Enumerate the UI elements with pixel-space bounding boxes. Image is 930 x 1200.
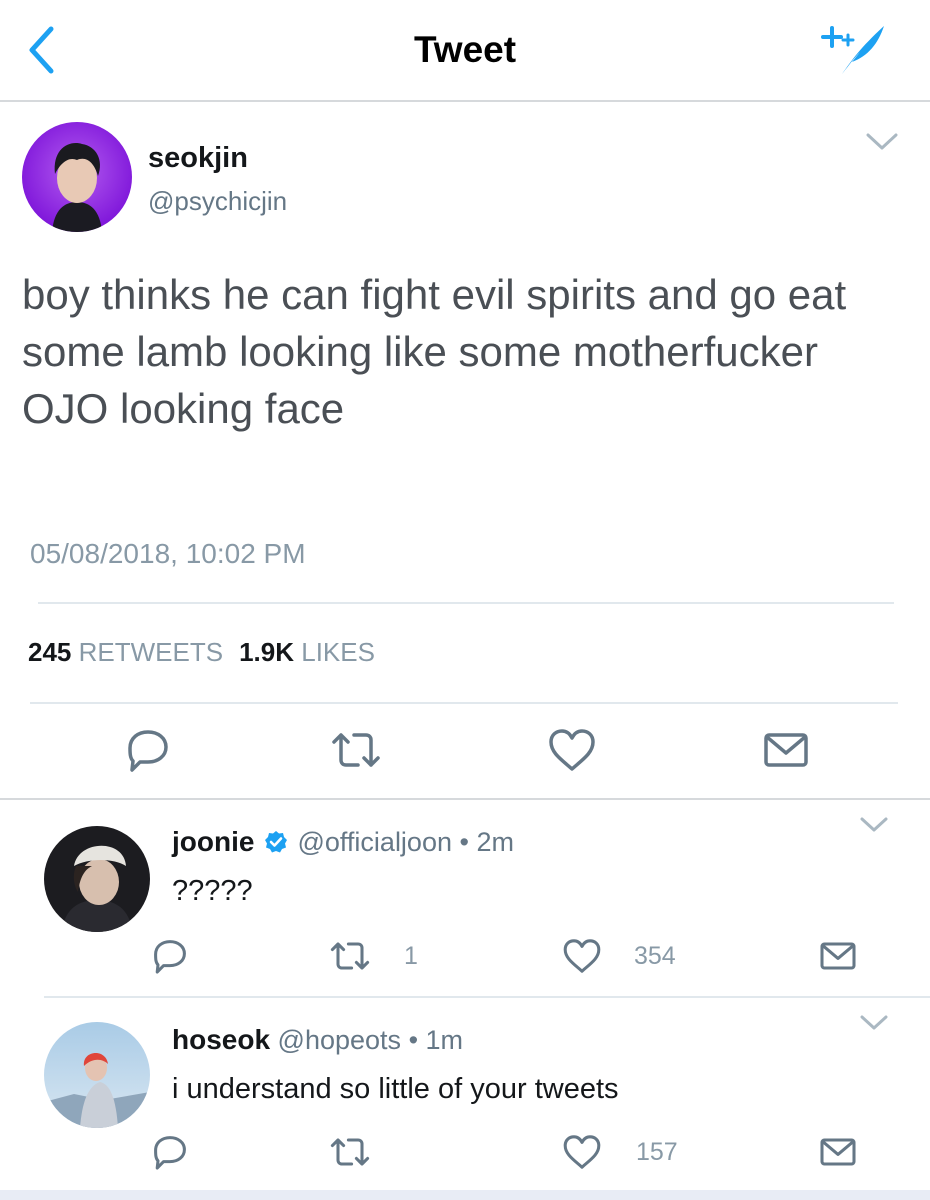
chevron-down-icon	[866, 133, 898, 150]
reply-icon	[128, 730, 168, 772]
retweet-label: RETWEETS	[78, 637, 224, 667]
retweet-icon	[330, 1138, 370, 1166]
reply-time: 2m	[476, 827, 514, 857]
share-dm-button[interactable]	[814, 1128, 862, 1176]
reply-icon	[154, 940, 186, 974]
heart-icon	[563, 1135, 601, 1169]
like-count: 1.9K	[239, 637, 294, 667]
avatar[interactable]	[44, 1022, 150, 1128]
share-dm-button[interactable]	[756, 720, 816, 780]
like-count: 157	[636, 1138, 678, 1166]
mail-icon	[820, 1138, 856, 1166]
retweet-button[interactable]	[326, 1128, 374, 1176]
retweet-count: 1	[404, 942, 418, 970]
divider	[38, 602, 894, 604]
like-button[interactable]	[558, 932, 606, 980]
tweet-stats: 245 RETWEETS 1.9K LIKES	[28, 637, 375, 668]
reply-button[interactable]	[146, 932, 194, 980]
page-title: Tweet	[413, 29, 517, 70]
retweet-count: 245	[28, 637, 72, 667]
reply-header: joonie @officialjoon • 2m	[172, 826, 514, 858]
reply-text: ?????	[172, 875, 253, 907]
reply-header: hoseok @hopeots • 1m	[172, 1024, 463, 1056]
separator-dot: •	[408, 1025, 419, 1055]
tweet-timestamp: 05/08/2018, 10:02 PM	[30, 538, 306, 569]
share-dm-button[interactable]	[814, 932, 862, 980]
retweet-button[interactable]	[326, 720, 386, 780]
reply-author-name[interactable]: hoseok	[172, 1024, 270, 1055]
avatar[interactable]	[44, 826, 150, 932]
reply-author-handle[interactable]: @officialjoon	[297, 827, 452, 857]
like-button[interactable]	[542, 720, 602, 780]
chevron-down-icon	[860, 1015, 888, 1030]
mail-icon	[820, 942, 856, 970]
reply-menu-button[interactable]	[858, 814, 890, 836]
chevron-down-icon	[860, 817, 888, 832]
reply-menu-button[interactable]	[858, 1012, 890, 1034]
retweet-stat[interactable]: 245 RETWEETS	[28, 637, 223, 667]
heart-icon	[549, 729, 595, 771]
author-name[interactable]: seokjin	[148, 142, 248, 175]
like-stat[interactable]: 1.9K LIKES	[239, 637, 375, 667]
avatar[interactable]	[22, 122, 132, 232]
reply-button[interactable]	[146, 1128, 194, 1176]
retweet-icon	[330, 942, 370, 970]
verified-badge-icon	[264, 831, 287, 853]
tweet-menu-button[interactable]	[864, 130, 900, 154]
mail-icon	[764, 733, 808, 767]
divider	[30, 702, 898, 704]
reply-time: 1m	[425, 1025, 464, 1055]
tweet-text: boy thinks he can fight evil spirits and…	[22, 271, 847, 432]
reply-icon	[154, 1136, 186, 1170]
heart-icon	[563, 939, 601, 973]
author-handle[interactable]: @psychicjin	[148, 186, 287, 217]
sparkle-feather-icon	[821, 26, 884, 74]
bottom-edge	[0, 1190, 930, 1200]
retweet-button[interactable]	[326, 932, 374, 980]
like-label: LIKES	[301, 637, 375, 667]
retweet-icon	[332, 733, 380, 767]
reply-author-handle[interactable]: @hopeots	[278, 1025, 402, 1055]
reply-text: i understand so little of your tweets	[172, 1073, 619, 1105]
reply-author-name[interactable]: joonie	[172, 826, 254, 857]
like-button[interactable]	[558, 1128, 606, 1176]
reply-button[interactable]	[118, 720, 178, 780]
separator-dot: •	[459, 827, 469, 857]
compose-tweet-button[interactable]	[812, 16, 892, 82]
like-count: 354	[634, 942, 676, 970]
